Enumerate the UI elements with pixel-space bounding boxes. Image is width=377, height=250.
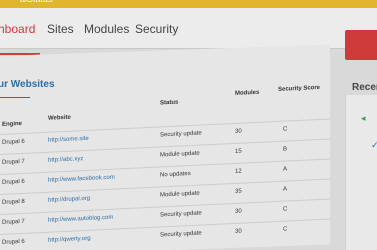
cell-modules: 30 [235, 128, 242, 135]
cell-score: A [283, 166, 288, 173]
tab-modules[interactable]: Modules [84, 22, 129, 36]
cell-modules: 15 [235, 148, 242, 155]
column-header-modules: Modules [235, 89, 260, 97]
column-header-website: Website [48, 114, 71, 122]
cell-status: Security update [160, 210, 202, 219]
recent-title: Recent [352, 82, 377, 93]
app-title: alStatus [20, 0, 53, 4]
panel-title-rule [0, 97, 30, 98]
app-header-bar: alStatus [0, 0, 377, 8]
panel-title: ur Websites [0, 79, 55, 90]
cell-modules: 12 [235, 168, 242, 175]
cell-modules: 30 [235, 208, 242, 215]
recent-panel: ◂ ✓ [345, 95, 377, 250]
cell-website[interactable]: http://some.site [48, 136, 89, 144]
column-header-engine: Engine [2, 120, 23, 128]
cell-website[interactable]: http://qwerty.org [48, 236, 91, 244]
cell-engine: Drupal 7 [2, 158, 25, 166]
cell-score: B [283, 146, 288, 153]
cell-website[interactable]: http://abc.xyz [48, 156, 83, 164]
column-header-status: Status [160, 99, 179, 107]
cell-modules: 35 [235, 188, 242, 195]
cell-website[interactable]: http://www.autoblog.com [48, 215, 113, 224]
cell-status: Module update [160, 150, 200, 159]
main-nav: hboard Sites Modules Security [0, 8, 377, 55]
cell-status: Security update [160, 130, 202, 139]
cell-status: Security update [160, 230, 202, 239]
status-icon: ◂ [361, 113, 366, 123]
cell-status: No updates [160, 171, 191, 179]
cell-engine: Drupal 8 [2, 198, 25, 206]
cell-status: Module update [160, 190, 200, 199]
dashboard-screen: alStatus hboard Sites Modules Security u… [0, 0, 377, 250]
cell-score: C [283, 126, 288, 133]
cell-website[interactable]: http://www.facebook.com [48, 175, 115, 184]
tab-sites[interactable]: Sites [47, 22, 74, 36]
cell-engine: Drupal 7 [2, 218, 25, 226]
cell-modules: 30 [235, 228, 242, 235]
tab-dashboard[interactable]: hboard [0, 22, 35, 36]
tab-security[interactable]: Security [135, 22, 178, 36]
cell-score: C [283, 206, 288, 213]
cell-score: C [283, 226, 288, 233]
check-icon: ✓ [371, 140, 377, 150]
primary-action-button[interactable] [345, 30, 377, 60]
cell-website[interactable]: http://drupal.org [48, 196, 90, 204]
cell-engine: Drupal 6 [2, 178, 25, 186]
cell-engine: Drupal 6 [2, 138, 25, 146]
cell-score: A [283, 186, 288, 193]
cell-engine: Drupal 6 [2, 238, 25, 246]
